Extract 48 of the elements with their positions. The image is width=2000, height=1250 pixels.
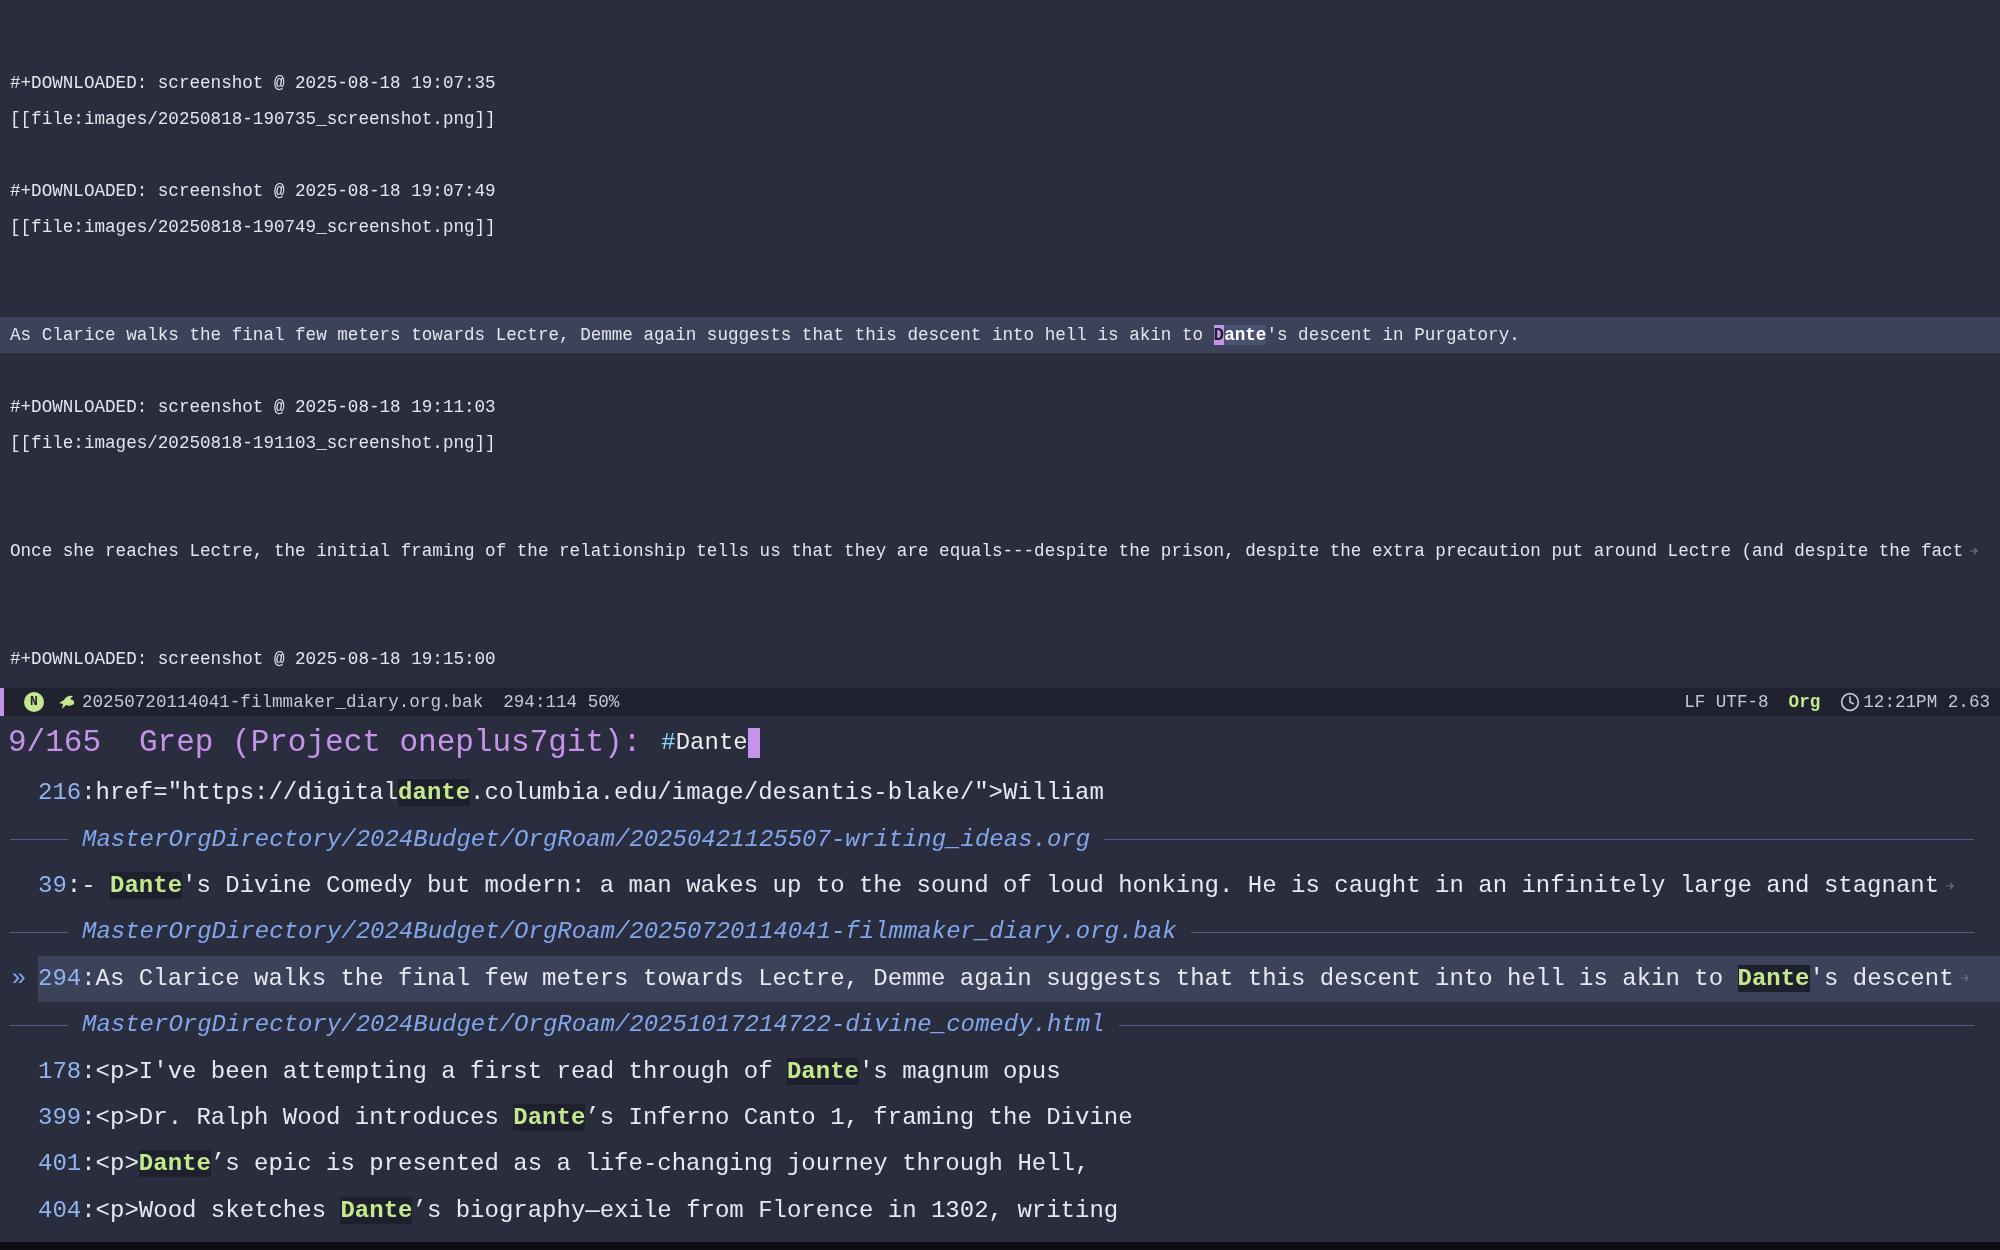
- line-number: 401: [38, 1149, 82, 1180]
- selection-marker: »: [11, 964, 27, 992]
- modeline-accent-bar: [0, 688, 4, 716]
- result-row[interactable]: 178:<p>I've been attempting a first read through of Dante's magnum opus: [38, 1048, 2000, 1095]
- text-line: #+DOWNLOADED: screenshot @ 2025-08-18 19:11:03: [10, 395, 496, 419]
- cursor-position: 294:114 50%: [503, 690, 620, 714]
- major-mode: Org: [1788, 690, 1821, 714]
- result-text: :As Clarice walks the final few meters towards Lectre, Demme again suggests that this descent into hell is akin to Dante's descent: [81, 960, 1970, 997]
- file-path: MasterOrgDirectory/2024Budget/OrgRoam/20250421125507-writing_ideas.org: [82, 824, 1091, 855]
- text-line: [[file:images/20250818-190749_screenshot.png]]: [10, 215, 496, 239]
- text-line: Once she reaches Lectre, the initial framing of the relationship tells us that they are equals---despite the prison, despite the extra precaution put around Lectre (and despite the fact: [10, 537, 1980, 565]
- result-row[interactable]: 404:<p>Wood sketches Dante’s biography—exile from Florence in 1302, writing: [38, 1187, 2000, 1234]
- text-line: #+DOWNLOADED: screenshot @ 2025-08-18 19:07:35: [10, 71, 496, 95]
- clock-icon: [1840, 692, 1861, 712]
- text-line: As Clarice walks the final few meters towards Lectre, Demme again suggests that this descent into hell is akin to Dante's descent in Purgatory.: [10, 323, 1520, 347]
- line-continuation-icon: [1959, 973, 1970, 984]
- result-row[interactable]: 216:href="https://digitaldante.columbia.edu/image/desantis-blake/">William: [38, 770, 2000, 817]
- file-encoding: LF UTF-8: [1684, 690, 1769, 714]
- line-number: 216: [38, 778, 82, 809]
- line-number: 399: [38, 1102, 82, 1133]
- file-path: MasterOrgDirectory/2024Budget/OrgRoam/20250720114041-filmmaker_diary.org.bak: [82, 917, 1177, 948]
- evil-state-badge: N: [24, 692, 44, 712]
- result-text: :href="https://digitaldante.columbia.edu/image/desantis-blake/">William: [81, 778, 1104, 809]
- result-text: :<p>I've been attempting a first read through of Dante's magnum opus: [81, 1056, 1061, 1087]
- file-path: MasterOrgDirectory/2024Budget/OrgRoam/20251017214722-divine_comedy.html: [82, 1010, 1105, 1041]
- match-count: 9/165: [8, 723, 101, 762]
- result-row[interactable]: 294:As Clarice walks the final few meters towards Lectre, Demme again suggests that this descent into hell is akin to Dante's descent: [38, 955, 2000, 1002]
- result-row[interactable]: 39:- Dante's Divine Comedy but modern: a man wakes up to the sound of loud honking. He is caught in an infinitely large and stagnant: [38, 862, 2000, 910]
- result-row[interactable]: 401:<p>Dante’s epic is presented as a life-changing journey through Hell,: [38, 1141, 2000, 1188]
- text-line: [[file:images/20250818-190735_screenshot.png]]: [10, 107, 496, 131]
- text-line: #+DOWNLOADED: screenshot @ 2025-08-18 19:15:00: [10, 647, 496, 671]
- result-row[interactable]: 399:<p>Dr. Ralph Wood introduces Dante’s Inferno Canto 1, framing the Divine: [38, 1094, 2000, 1142]
- buffer-filename: 20250720114041-filmmaker_diary.org.bak: [82, 690, 484, 714]
- result-text: :<p>Wood sketches Dante’s biography—exile from Florence in 1302, writing: [81, 1195, 1119, 1226]
- text-line: #+DOWNLOADED: screenshot @ 2025-08-18 19:07:49: [10, 179, 496, 203]
- line-number: 404: [38, 1195, 82, 1226]
- time-load: 12:21PM 2.63: [1863, 690, 1990, 714]
- line-number: 294: [38, 963, 82, 994]
- line-number: 178: [38, 1056, 82, 1087]
- line-continuation-icon: [1969, 546, 1980, 557]
- text-line: [[file:images/20250818-191103_screenshot.png]]: [10, 431, 496, 455]
- line-continuation-icon: [1945, 880, 1956, 891]
- result-text: :<p>Dante’s epic is presented as a life-changing journey through Hell,: [81, 1149, 1090, 1180]
- result-text: :<p>Dr. Ralph Wood introduces Dante’s Inferno Canto 1, framing the Divine: [81, 1102, 1133, 1133]
- result-text: :- Dante's Divine Comedy but modern: a man wakes up to the sound of loud honking. He is caught in an infinitely large and stagnant: [66, 867, 1956, 904]
- line-number: 39: [38, 870, 67, 901]
- search-prompt: Grep (Project oneplus7git):: [139, 723, 642, 762]
- search-field[interactable]: #Dante: [661, 725, 760, 761]
